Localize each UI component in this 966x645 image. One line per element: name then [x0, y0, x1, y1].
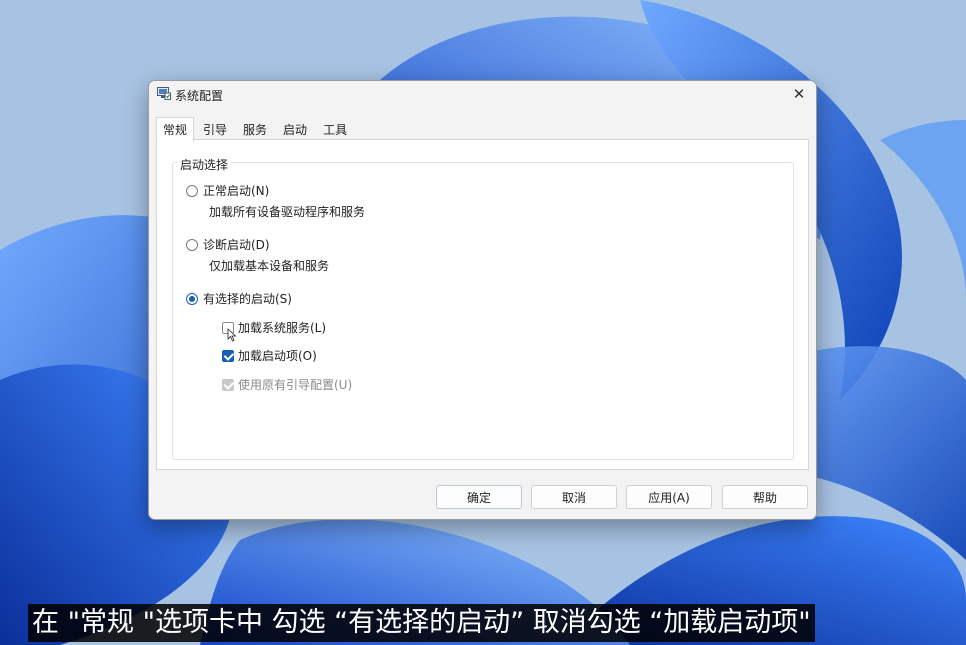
mouse-cursor-icon: [227, 328, 237, 342]
load-startup-items-label: 加载启动项(O): [238, 349, 317, 363]
ok-button[interactable]: 确定: [436, 485, 522, 509]
tab-boot[interactable]: 引导: [196, 117, 234, 140]
tab-tools[interactable]: 工具: [316, 117, 354, 140]
apply-button[interactable]: 应用(A): [626, 485, 712, 509]
window-title: 系统配置: [175, 89, 224, 103]
selective-startup-label: 有选择的启动(S): [203, 292, 292, 306]
load-startup-items-row[interactable]: 加载启动项(O): [222, 347, 317, 364]
load-startup-items-checkbox[interactable]: [222, 349, 234, 362]
use-original-boot-config-label: 使用原有引导配置(U): [238, 378, 353, 392]
diagnostic-startup-radio-row[interactable]: 诊断启动(D): [186, 236, 270, 253]
msconfig-app-icon: [157, 87, 171, 100]
use-original-boot-config-row: 使用原有引导配置(U): [222, 376, 352, 393]
normal-startup-radio[interactable]: [186, 184, 198, 197]
cancel-button[interactable]: 取消: [531, 485, 617, 509]
tab-strip: 常规 引导 服务 启动 工具: [156, 117, 356, 142]
close-button[interactable]: ✕: [788, 84, 810, 104]
desktop-background: 系统配置 ✕ 常规 引导 服务 启动 工具 启动选择 正常启动(N) 加载所有设…: [0, 0, 966, 645]
use-original-boot-config-checkbox: [222, 378, 234, 391]
tab-general[interactable]: 常规: [156, 117, 195, 142]
title-bar[interactable]: 系统配置 ✕: [149, 81, 816, 109]
normal-startup-label: 正常启动(N): [203, 184, 270, 198]
load-system-services-row[interactable]: 加载系统服务(L): [222, 319, 326, 336]
tab-services[interactable]: 服务: [236, 117, 274, 140]
tab-startup[interactable]: 启动: [276, 117, 314, 140]
normal-startup-radio-row[interactable]: 正常启动(N): [186, 182, 269, 199]
help-button[interactable]: 帮助: [722, 485, 808, 509]
diagnostic-startup-radio[interactable]: [186, 238, 198, 251]
startup-selection-label: 启动选择: [177, 156, 232, 173]
close-icon: ✕: [792, 85, 806, 103]
system-configuration-dialog: 系统配置 ✕ 常规 引导 服务 启动 工具 启动选择 正常启动(N) 加载所有设…: [148, 80, 817, 520]
load-system-services-label: 加载系统服务(L): [238, 321, 327, 335]
selective-startup-radio-row[interactable]: 有选择的启动(S): [186, 290, 292, 307]
diagnostic-startup-description: 仅加载基本设备和服务: [209, 259, 330, 273]
general-tab-panel: 启动选择 正常启动(N) 加载所有设备驱动程序和服务 诊断启动(D) 仅加载基本…: [156, 139, 809, 470]
normal-startup-description: 加载所有设备驱动程序和服务: [209, 205, 366, 219]
diagnostic-startup-label: 诊断启动(D): [203, 238, 270, 252]
selective-startup-radio[interactable]: [186, 292, 198, 305]
video-subtitle: 在 "常规 "选项卡中 勾选 “有选择的启动” 取消勾选 “加载启动项": [28, 604, 815, 642]
